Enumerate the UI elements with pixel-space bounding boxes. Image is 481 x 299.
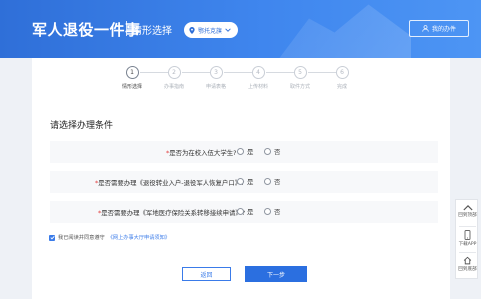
region-selector[interactable]: 鄂托克旗 <box>184 22 238 38</box>
chevron-down-icon <box>225 28 231 32</box>
title-divider <box>126 21 127 36</box>
radio-yes[interactable] <box>237 208 244 215</box>
question-text: *是否需要办理《退役转业入户-退役军人恢复户口》? <box>95 178 245 187</box>
radio-no[interactable] <box>264 148 271 155</box>
user-icon <box>422 25 429 32</box>
main-card: 1 情形选择 2 办事指南 3 申请表格 4 上传材料 5 取件方式 6 完成 … <box>32 58 450 299</box>
option-yes[interactable]: 是 <box>237 147 253 156</box>
step-number: 3 <box>209 66 223 79</box>
radio-yes[interactable] <box>237 148 244 155</box>
question-row-1: *是否为在校入伍大学生? 是 否 <box>50 141 438 163</box>
back-button[interactable]: 返回 <box>182 267 231 281</box>
my-services-button[interactable]: 我的办件 <box>409 20 469 37</box>
question-label: 是否需要办理《退役转业入户-退役军人恢复户口》? <box>98 179 245 187</box>
option-no[interactable]: 否 <box>264 147 280 156</box>
step-5: 5 取件方式 <box>280 66 320 90</box>
step-number: 2 <box>167 66 181 79</box>
agreement-row: 我已阅读并同意遵守 《网上办事大厅申请须知》 <box>49 234 170 241</box>
question-text: *是否为在校入伍大学生? <box>166 148 237 157</box>
radio-no[interactable] <box>264 178 271 185</box>
page-subtitle: 情形选择 <box>132 26 172 37</box>
step-label: 情形选择 <box>121 84 142 90</box>
home-icon <box>463 256 472 265</box>
question-row-2: *是否需要办理《退役转业入户-退役军人恢复户口》? 是 否 <box>50 171 438 193</box>
option-yes[interactable]: 是 <box>237 177 253 186</box>
app-title: 军人退役一件事 <box>32 21 141 39</box>
arrow-up-icon <box>462 205 473 211</box>
radio-yes[interactable] <box>237 178 244 185</box>
download-app-button[interactable]: 下载APP <box>456 230 479 247</box>
region-label: 鄂托克旗 <box>198 27 223 35</box>
download-app-label: 下载APP <box>458 242 477 247</box>
option-no[interactable]: 否 <box>264 177 280 186</box>
agreement-text: 我已阅读并同意遵守 <box>58 235 105 241</box>
step-number: 5 <box>293 66 307 79</box>
question-text: *是否需要办理《军地医疗保险关系转移接续申请》? <box>98 208 245 217</box>
option-yes[interactable]: 是 <box>237 207 253 216</box>
radio-no[interactable] <box>264 208 271 215</box>
step-label: 完成 <box>336 84 347 90</box>
top-header: 军人退役一件事 情形选择 鄂托克旗 我的办件 <box>0 0 481 58</box>
step-number: 6 <box>335 66 349 79</box>
question-row-3: *是否需要办理《军地医疗保险关系转移接续申请》? 是 否 <box>50 201 438 223</box>
back-to-top-label: 回到顶部 <box>458 213 477 218</box>
step-label: 办事指南 <box>163 84 184 90</box>
location-pin-icon <box>189 26 195 34</box>
option-yes-label: 是 <box>247 208 254 216</box>
agreement-link[interactable]: 《网上办事大厅申请须知》 <box>108 234 170 241</box>
phone-icon <box>464 230 471 240</box>
step-1: 1 情形选择 <box>112 66 152 90</box>
step-label: 上传材料 <box>247 84 268 90</box>
step-label: 申请表格 <box>205 84 226 90</box>
my-services-label: 我的办件 <box>431 26 456 33</box>
step-progress: 1 情形选择 2 办事指南 3 申请表格 4 上传材料 5 取件方式 6 完成 <box>32 58 450 100</box>
option-no-label: 否 <box>274 178 281 186</box>
back-to-bottom-button[interactable]: 回到底部 <box>456 256 479 272</box>
question-label: 是否为在校入伍大学生? <box>169 149 237 157</box>
option-yes-label: 是 <box>247 148 254 156</box>
option-no-label: 否 <box>274 208 281 216</box>
question-label: 是否需要办理《军地医疗保险关系转移接续申请》? <box>101 209 246 217</box>
back-to-top-button[interactable]: 回到顶部 <box>456 204 479 218</box>
next-button[interactable]: 下一步 <box>245 266 307 282</box>
float-divider <box>459 252 476 253</box>
back-to-bottom-label: 回到底部 <box>458 267 477 272</box>
step-2: 2 办事指南 <box>154 66 194 90</box>
header-decoration <box>275 4 411 58</box>
step-4: 4 上传材料 <box>238 66 278 90</box>
step-number: 4 <box>251 66 265 79</box>
step-label: 取件方式 <box>289 84 310 90</box>
step-6: 6 完成 <box>322 66 362 90</box>
agreement-checkbox[interactable] <box>49 234 55 241</box>
option-no[interactable]: 否 <box>264 207 280 216</box>
check-icon <box>49 235 55 240</box>
section-title: 请选择办理条件 <box>50 121 114 131</box>
step-3: 3 申请表格 <box>196 66 236 90</box>
option-no-label: 否 <box>274 148 281 156</box>
step-number: 1 <box>125 66 139 79</box>
float-toolbar: 回到顶部 下载APP 回到底部 <box>455 199 478 279</box>
option-yes-label: 是 <box>247 178 254 186</box>
float-divider <box>459 226 476 227</box>
